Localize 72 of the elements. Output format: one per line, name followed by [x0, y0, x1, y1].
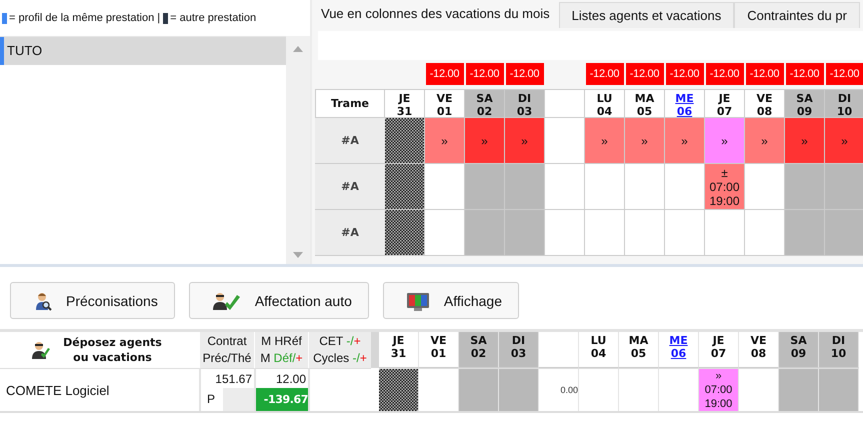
toolbar-button[interactable]: Affichage [382, 282, 519, 319]
scroll-up-icon [292, 44, 304, 53]
column-header: Contrat Préc/Thé [199, 332, 254, 368]
shift-cell: » [665, 118, 704, 164]
day-link[interactable]: ME 06 [665, 89, 704, 118]
column-header: Trame [315, 89, 385, 118]
day-header: VE 01 [419, 332, 459, 368]
total-badge: -12.00 [426, 63, 464, 85]
day-header: VE 08 [739, 332, 779, 368]
row-header: #A [315, 210, 385, 256]
tab[interactable]: Listes agents et vacations [558, 2, 734, 28]
day-header: DI 03 [499, 332, 539, 368]
total-badge: -12.00 [506, 63, 544, 85]
column-header: M HRéf M Déf/+ [254, 332, 308, 368]
tab[interactable]: Contraintes du pr [734, 2, 860, 28]
total-badge: -12.00 [826, 63, 863, 85]
shift-cell: » 07:00 19:00 [699, 368, 739, 411]
day-header: DI 03 [505, 89, 544, 118]
shift-cell: » [705, 118, 744, 164]
shift-cell: 0.00 [539, 368, 579, 411]
shift-cell: » [505, 118, 544, 164]
total-badge: -12.00 [746, 63, 784, 85]
scrollbar[interactable] [286, 36, 310, 264]
day-header: LU 04 [579, 332, 619, 368]
drop-label: Déposez agents ou vacations [62, 335, 163, 365]
splitter[interactable] [371, 332, 379, 368]
monitor-icon [406, 290, 430, 310]
day-header: MA 05 [625, 89, 664, 118]
shift-cell: » [785, 118, 824, 164]
day-header: JE 31 [385, 89, 424, 118]
person-check-icon [30, 340, 50, 360]
table-cell: P [199, 388, 254, 411]
profile-item[interactable]: TUTO [0, 37, 286, 65]
shift-cell: ± 07:00 19:00 [705, 164, 744, 210]
day-header: DI 10 [819, 332, 859, 368]
day-header: JE 07 [699, 332, 739, 368]
total-badge: -12.00 [706, 63, 744, 85]
agent-name: COMETE Logiciel [0, 368, 199, 411]
day-header: JE 07 [705, 89, 744, 118]
day-header: MA 05 [619, 332, 659, 368]
legend-text: = profil de la même prestation | [9, 12, 160, 24]
toolbar-button[interactable]: Affectation auto [188, 282, 369, 319]
total-badge: -12.00 [626, 63, 664, 85]
shift-cell: » [585, 118, 624, 164]
legend-text: = autre prestation [170, 12, 256, 24]
day-header: SA 02 [459, 332, 499, 368]
total-badge: -12.00 [466, 63, 504, 85]
total-badge: -12.00 [586, 63, 624, 85]
day-header: LU 04 [585, 89, 624, 118]
scroll-down-icon [292, 251, 304, 260]
person-check-icon [212, 290, 241, 310]
total-badge: -12.00 [786, 63, 824, 85]
shift-cell: » [425, 118, 464, 164]
day-link[interactable]: ME 06 [659, 332, 699, 368]
day-header: SA 02 [465, 89, 504, 118]
toolbar-button[interactable]: Préconisations [10, 282, 175, 319]
shift-cell: » [465, 118, 504, 164]
day-header: VE 01 [425, 89, 464, 118]
day-header: JE 31 [379, 332, 419, 368]
column-header: CET -/+ Cycles -/+ [308, 332, 371, 368]
shift-cell: » [745, 118, 784, 164]
day-header: DI 10 [825, 89, 863, 118]
row-header: #A [315, 118, 385, 164]
day-header: VE 08 [745, 89, 784, 118]
day-header: SA 09 [779, 332, 819, 368]
balance-cell: -139.67 [254, 388, 308, 411]
total-badge: -12.00 [666, 63, 704, 85]
row-header: #A [315, 164, 385, 210]
person-magnifier-icon [33, 290, 52, 310]
shift-cell: » [625, 118, 664, 164]
day-header: SA 09 [785, 89, 824, 118]
shift-cell: » [825, 118, 863, 164]
